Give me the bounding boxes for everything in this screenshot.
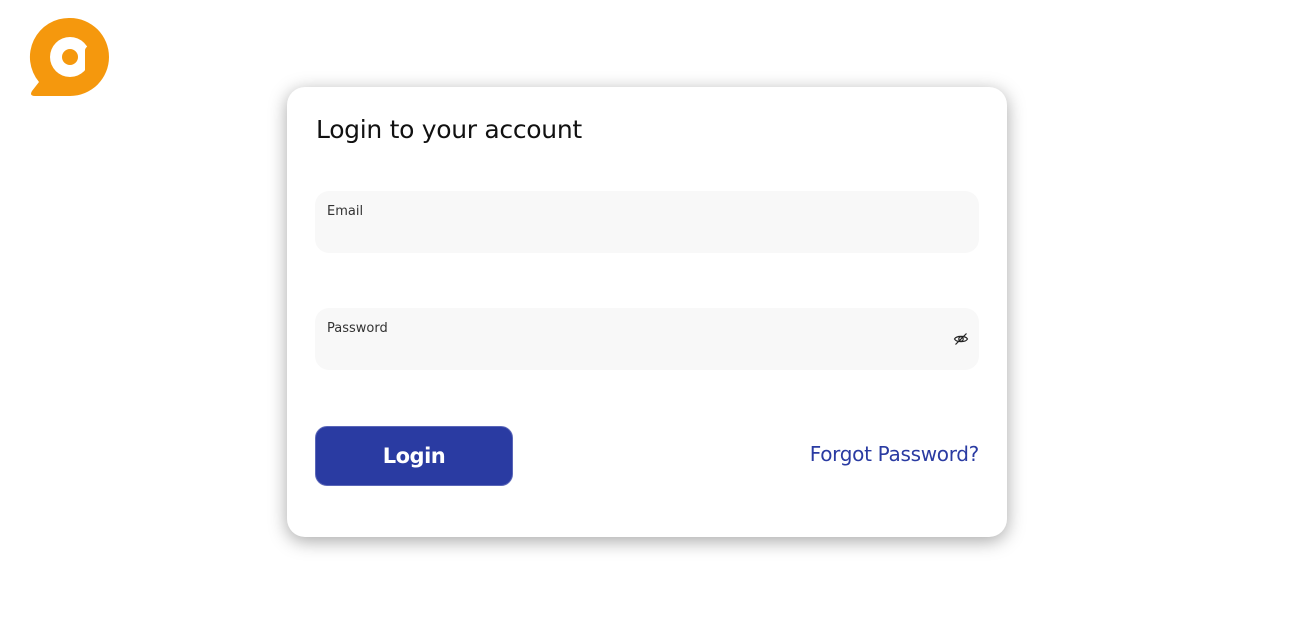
login-button[interactable]: Login	[315, 426, 513, 486]
password-input[interactable]	[327, 340, 947, 362]
chat-bubble-a-logo-icon	[29, 17, 110, 97]
password-field[interactable]: Password	[315, 308, 979, 370]
email-input[interactable]	[327, 223, 947, 245]
brand-logo-icon[interactable]	[29, 16, 111, 98]
eye-slash-icon[interactable]	[953, 331, 969, 347]
password-label: Password	[327, 321, 388, 336]
email-label: Email	[327, 204, 364, 219]
login-title: Login to your account	[316, 115, 582, 144]
login-card: Login to your account Email Password Log…	[287, 87, 1007, 537]
forgot-password-link[interactable]: Forgot Password?	[810, 442, 980, 466]
email-field[interactable]: Email	[315, 191, 979, 253]
